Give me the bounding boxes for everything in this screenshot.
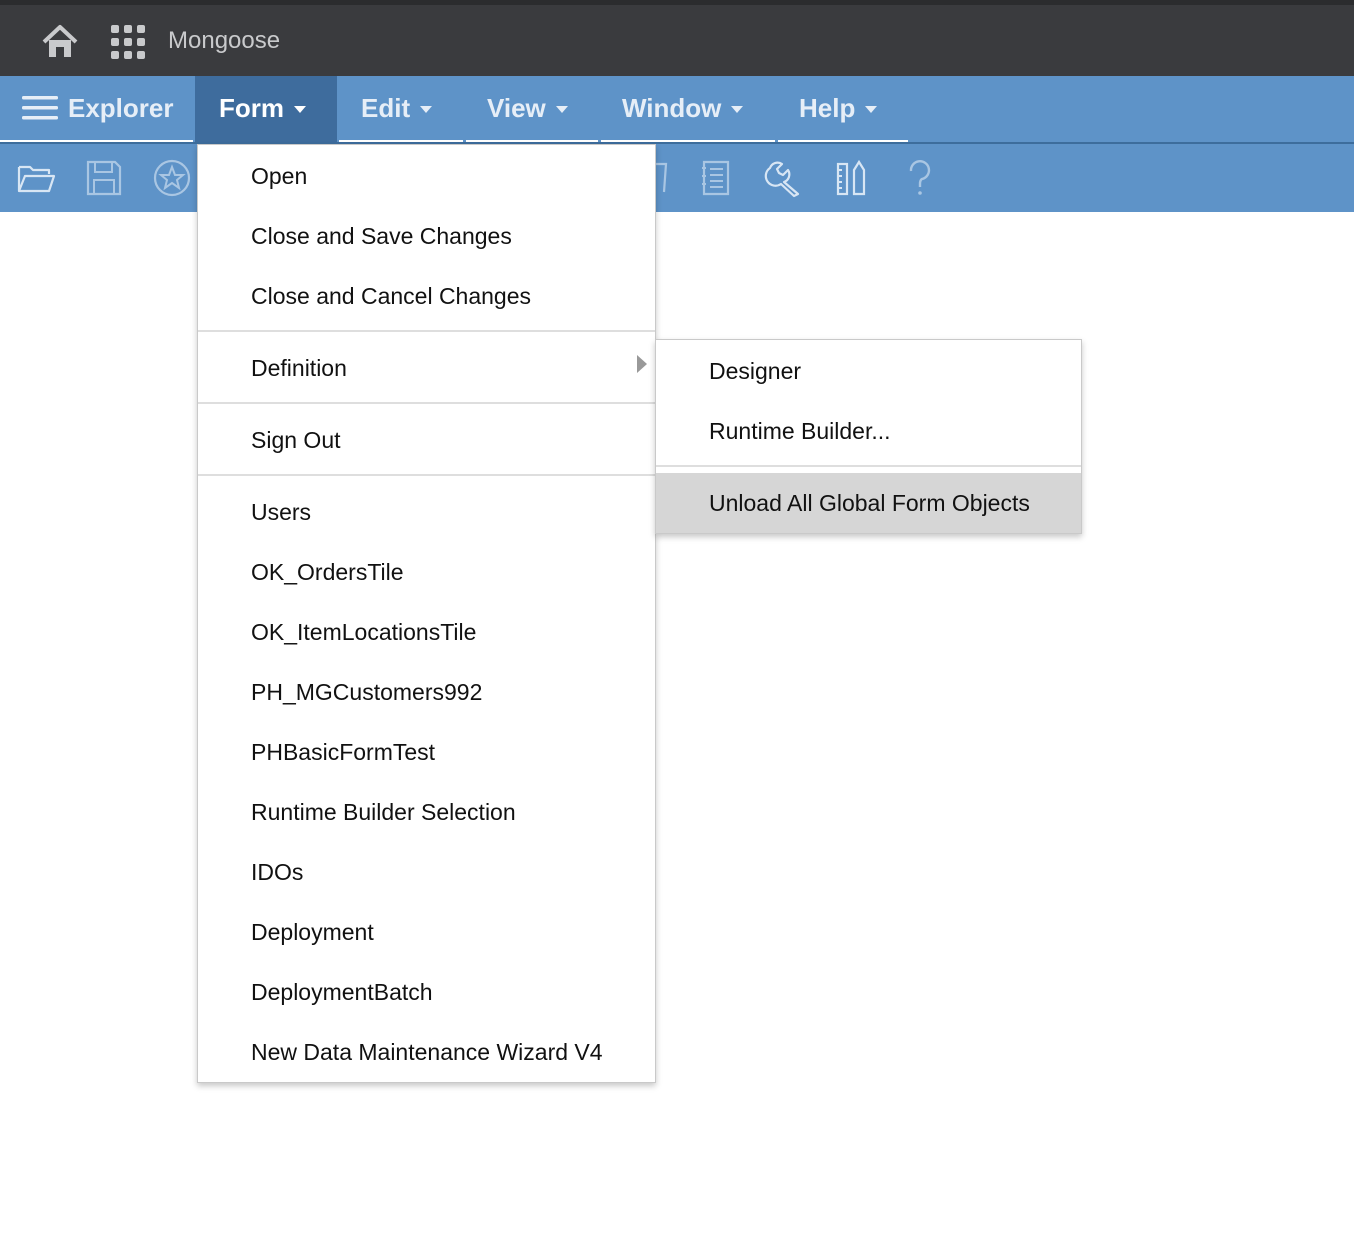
app-header: Mongoose	[0, 0, 1354, 76]
app-name: Mongoose	[168, 27, 281, 54]
form-list-item-label: DeploymentBatch	[251, 978, 433, 1005]
menu-help-label: Help	[799, 92, 856, 123]
submenu-item-designer[interactable]: Designer	[656, 341, 1081, 401]
form-list-item-label: PHBasicFormTest	[251, 738, 436, 765]
form-list-item[interactable]: OK_OrdersTile	[198, 542, 655, 602]
menu-bar: Explorer Form Edit View Window Help	[0, 76, 1354, 144]
chevron-down-icon	[731, 105, 744, 113]
form-list-item-label: PH_MGCustomers992	[251, 678, 483, 705]
submenu-item-designer-label: Designer	[709, 357, 802, 384]
chevron-down-icon	[865, 105, 878, 113]
menu-view-label: View	[487, 92, 546, 123]
menu-item-close-cancel-label: Close and Cancel Changes	[251, 282, 532, 309]
design-tools-icon[interactable]	[832, 158, 872, 198]
apps-grid-icon[interactable]	[110, 24, 146, 60]
menu-item-definition-label: Definition	[251, 354, 347, 381]
menu-help[interactable]: Help	[778, 76, 908, 142]
open-folder-icon[interactable]	[16, 158, 56, 198]
form-list-item[interactable]: Users	[198, 482, 655, 542]
menu-edit[interactable]: Edit	[339, 76, 463, 142]
menu-divider	[198, 330, 655, 332]
submenu-item-unload-all-label: Unload All Global Form Objects	[709, 489, 1030, 516]
home-icon[interactable]	[40, 22, 80, 62]
help-icon[interactable]	[900, 158, 940, 198]
form-list-item-label: OK_ItemLocationsTile	[251, 618, 477, 645]
menu-divider	[198, 474, 655, 476]
menu-divider	[198, 402, 655, 404]
menu-item-close-cancel[interactable]: Close and Cancel Changes	[198, 266, 655, 326]
form-document-icon[interactable]	[696, 158, 736, 198]
wrench-icon[interactable]	[764, 158, 804, 198]
chevron-down-icon	[294, 105, 306, 113]
chevron-down-icon	[555, 105, 568, 113]
menu-item-close-save-label: Close and Save Changes	[251, 222, 512, 249]
menu-form[interactable]: Form	[195, 76, 337, 142]
form-list-item[interactable]: IDOs	[198, 842, 655, 902]
form-list-item[interactable]: Runtime Builder Selection	[198, 782, 655, 842]
menu-window-label: Window	[622, 92, 722, 123]
form-list-item-label: Users	[251, 498, 312, 525]
form-dropdown-menu: Open Close and Save Changes Close and Ca…	[197, 144, 656, 1083]
form-list-item-label: Runtime Builder Selection	[251, 798, 516, 825]
definition-submenu: Designer Runtime Builder... Unload All G…	[655, 339, 1082, 534]
explorer-button[interactable]: Explorer	[0, 76, 193, 142]
save-icon[interactable]	[84, 158, 124, 198]
form-list-item[interactable]: PH_MGCustomers992	[198, 662, 655, 722]
favorite-star-icon[interactable]	[152, 158, 192, 198]
form-list-item[interactable]: PHBasicFormTest	[198, 722, 655, 782]
menu-item-definition[interactable]: Definition	[198, 338, 655, 398]
form-list-item[interactable]: New Data Maintenance Wizard V4	[198, 1022, 655, 1082]
menu-divider	[656, 465, 1081, 467]
form-list-item-label: OK_OrdersTile	[251, 558, 404, 585]
form-list-item-label: New Data Maintenance Wizard V4	[251, 1038, 603, 1065]
menu-form-label: Form	[219, 92, 284, 123]
submenu-item-runtime-builder-label: Runtime Builder...	[709, 417, 891, 444]
explorer-label: Explorer	[68, 92, 174, 123]
menu-window[interactable]: Window	[601, 76, 775, 142]
hamburger-icon	[22, 96, 58, 120]
menu-item-sign-out-label: Sign Out	[251, 426, 341, 453]
menu-item-sign-out[interactable]: Sign Out	[198, 410, 655, 470]
chevron-down-icon	[420, 105, 433, 113]
form-list-item[interactable]: OK_ItemLocationsTile	[198, 602, 655, 662]
submenu-item-runtime-builder[interactable]: Runtime Builder...	[656, 401, 1081, 461]
submenu-arrow-icon	[637, 355, 647, 373]
menu-item-open[interactable]: Open	[198, 146, 655, 206]
form-list-item-label: IDOs	[251, 858, 304, 885]
menu-edit-label: Edit	[361, 92, 411, 123]
submenu-item-unload-all[interactable]: Unload All Global Form Objects	[656, 473, 1081, 533]
menu-item-close-save[interactable]: Close and Save Changes	[198, 206, 655, 266]
form-list-item-label: Deployment	[251, 918, 374, 945]
form-list-item[interactable]: Deployment	[198, 902, 655, 962]
menu-view[interactable]: View	[466, 76, 598, 142]
form-list-item[interactable]: DeploymentBatch	[198, 962, 655, 1022]
menu-item-open-label: Open	[251, 162, 308, 189]
